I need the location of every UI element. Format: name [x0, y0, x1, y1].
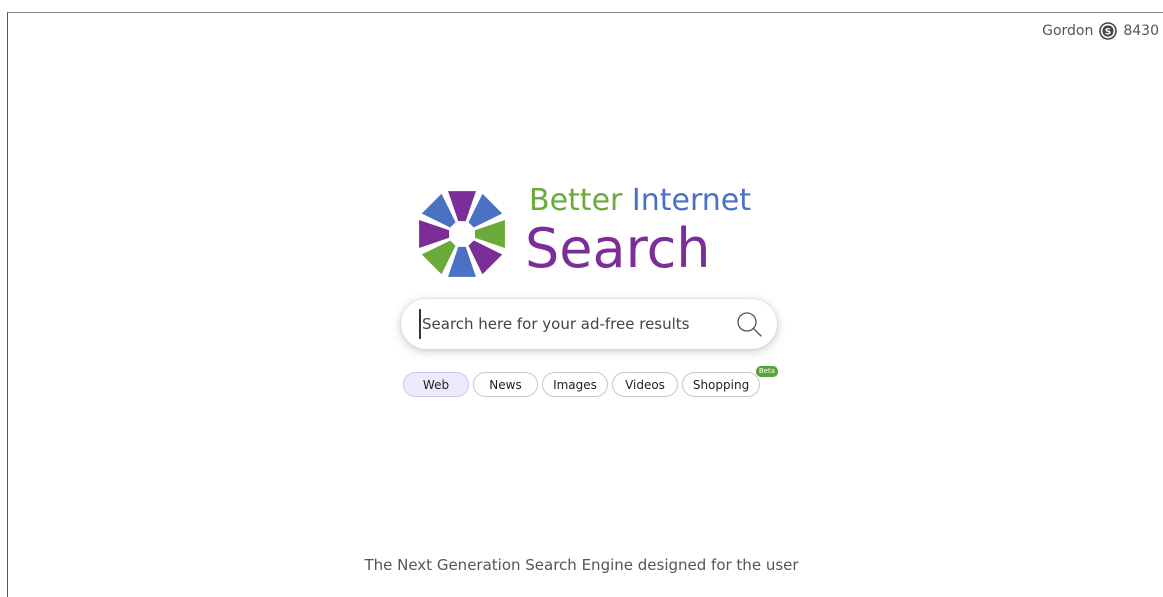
tab-label: Videos — [625, 377, 665, 392]
logo[interactable]: Better Internet Search — [414, 184, 774, 286]
search-type-tabs: Web News Images Videos Shopping Beta — [403, 366, 778, 397]
logo-segment — [468, 240, 503, 275]
username[interactable]: Gordon — [1042, 23, 1093, 39]
logo-wordmark: Search — [525, 217, 711, 280]
logo-word-better: Better — [529, 183, 623, 218]
tab-news[interactable]: News — [473, 372, 538, 397]
logo-segment — [421, 240, 456, 275]
logo-wheel-icon — [419, 191, 505, 277]
tab-label: Shopping — [692, 377, 750, 392]
user-status[interactable]: Gordon S 8430 — [1042, 22, 1159, 40]
tab-label: Images — [553, 377, 597, 392]
logo-segment — [468, 193, 503, 228]
coin-s-icon: S — [1099, 22, 1118, 40]
tab-web[interactable]: Web — [403, 372, 469, 397]
tab-label: News — [489, 377, 522, 392]
logo-tagline: Better Internet — [529, 184, 751, 218]
tab-shopping[interactable]: Shopping Beta — [682, 366, 778, 397]
tagline: The Next Generation Search Engine design… — [364, 556, 799, 574]
tab-videos[interactable]: Videos — [612, 372, 678, 397]
logo-segment — [421, 193, 456, 228]
search-input[interactable] — [419, 309, 719, 339]
tab-images[interactable]: Images — [542, 372, 608, 397]
search-icon[interactable] — [735, 310, 763, 338]
points-count: 8430 — [1123, 23, 1159, 39]
beta-badge: Beta — [755, 366, 778, 377]
svg-text:S: S — [1105, 28, 1111, 38]
logo-word-internet: Internet — [631, 183, 752, 218]
tab-label: Web — [422, 377, 450, 392]
search-bar[interactable] — [401, 299, 777, 349]
